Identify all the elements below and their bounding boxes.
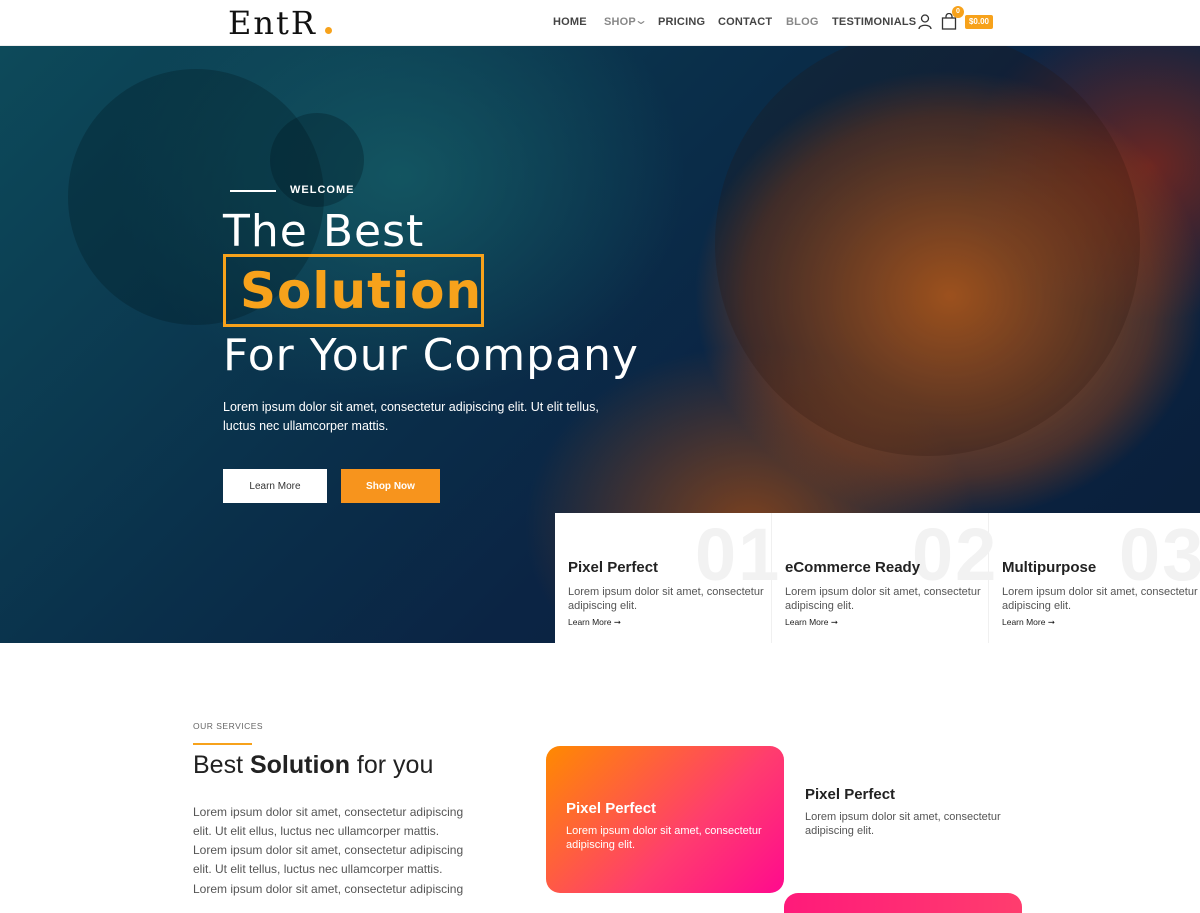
feature-card: 01 Pixel Perfect Lorem ipsum dolor sit a… <box>555 513 779 643</box>
feature-learn-more-link[interactable]: Learn More ➞ <box>1002 617 1055 628</box>
services-underline <box>193 743 252 745</box>
services-title: Best Solution for you <box>193 751 433 780</box>
hero-title-highlight: Solution <box>240 262 483 320</box>
learn-more-button[interactable]: Learn More <box>223 469 327 503</box>
service-card-desc: Lorem ipsum dolor sit amet, consectetur … <box>566 825 762 851</box>
service-card-title: Pixel Perfect <box>805 786 896 803</box>
feature-number: 01 <box>695 513 782 596</box>
nav-pricing[interactable]: PRICING <box>658 16 705 28</box>
service-card-highlighted[interactable]: Pixel Perfect Lorem ipsum dolor sit amet… <box>546 746 784 893</box>
services-paragraph: Lorem ipsum dolor sit amet, consectetur … <box>193 882 464 896</box>
hero-title-line1: The Best <box>223 206 425 257</box>
feature-cards: 01 Pixel Perfect Lorem ipsum dolor sit a… <box>555 513 1200 643</box>
services-title-bold: Solution <box>249 751 350 779</box>
feature-card: 02 eCommerce Ready Lorem ipsum dolor sit… <box>772 513 996 643</box>
cart-count-badge: 0 <box>952 6 964 18</box>
feature-title: Pixel Perfect <box>568 559 659 576</box>
feature-number: 02 <box>912 513 999 596</box>
feature-learn-more-link[interactable]: Learn More ➞ <box>568 617 621 628</box>
welcome-line <box>230 190 276 192</box>
nav-testimonials[interactable]: TESTIMONIALS <box>832 16 916 28</box>
services-label: OUR SERVICES <box>193 721 264 731</box>
feature-desc: Lorem ipsum dolor sit amet, consectetur … <box>1002 586 1198 612</box>
feature-desc: Lorem ipsum dolor sit amet, consectetur … <box>568 586 764 612</box>
feature-number: 03 <box>1119 513 1200 596</box>
feature-title: eCommerce Ready <box>785 559 921 576</box>
feature-desc: Lorem ipsum dolor sit amet, consectetur … <box>785 586 981 612</box>
feature-card: 03 Multipurpose Lorem ipsum dolor sit am… <box>989 513 1200 643</box>
service-card-title: Pixel Perfect <box>566 800 657 817</box>
nav-home[interactable]: HOME <box>553 16 587 28</box>
services-title-pre: Best <box>193 751 250 779</box>
services-paragraph: Lorem ipsum dolor sit amet, consectetur … <box>193 843 464 876</box>
cart-total[interactable]: $0.00 <box>965 15 993 29</box>
services-paragraph: Lorem ipsum dolor sit amet, consectetur … <box>193 805 464 838</box>
services-title-post: for you <box>349 751 434 779</box>
shop-now-button[interactable]: Shop Now <box>341 469 440 503</box>
site-header: EntR HOME SHOP ⌄ PRICING CONTACT BLOG TE… <box>0 0 1200 46</box>
chevron-down-icon[interactable]: ⌄ <box>634 13 648 27</box>
feature-learn-more-link[interactable]: Learn More ➞ <box>785 617 838 628</box>
user-icon[interactable] <box>918 14 932 30</box>
feature-title: Multipurpose <box>1002 559 1097 576</box>
service-card-gradient <box>784 893 1022 913</box>
site-logo[interactable]: EntR <box>228 4 317 42</box>
decor-circle <box>715 46 1140 456</box>
service-card-desc: Lorem ipsum dolor sit amet, consectetur … <box>805 811 1001 837</box>
nav-shop[interactable]: SHOP <box>604 16 636 28</box>
nav-contact[interactable]: CONTACT <box>718 16 772 28</box>
nav-blog[interactable]: BLOG <box>786 16 819 28</box>
hero-title-line3: For Your Company <box>223 330 639 381</box>
hero-welcome: WELCOME <box>290 184 355 196</box>
hero-description: Lorem ipsum dolor sit amet, consectetur … <box>223 400 599 433</box>
logo-dot <box>325 27 332 34</box>
